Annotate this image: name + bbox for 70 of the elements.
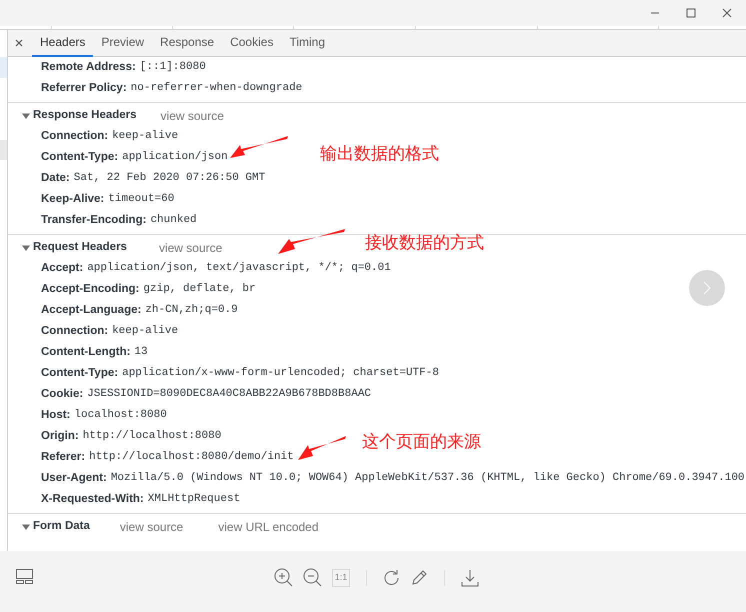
header-name: Content-Type: [41,366,118,381]
header-value: zh-CN,zh;q=0.9 [145,303,238,318]
disclosure-triangle-icon[interactable] [22,112,30,120]
header-value: no-referrer-when-downgrade [130,81,302,96]
disclosure-triangle-icon[interactable] [22,244,30,252]
rotate-icon[interactable] [383,568,401,586]
header-value: chunked [150,213,197,228]
header-value: application/json [122,150,228,166]
zoom-in-icon[interactable] [274,568,293,587]
annotation-text: 这个页面的来源 [362,431,481,453]
close-icon[interactable] [722,8,732,18]
header-name: Content-Length: [41,344,130,360]
header-value: Mozilla/5.0 (Windows NT 10.0; WOW64) AppleWebKit/537.36 (KHTML, like Gecko) Chrome/69.0.3947.100 [110,471,745,486]
header-name: Connection: [41,128,108,144]
header-name: Accept-Encoding: [41,282,140,297]
header-value: application/x-www-form-urlencoded; charset=UTF-8 [122,366,439,382]
header-value: JSESSIONID=8090DEC8A40C8ABB22A9B678BD8B8AAC [87,387,372,402]
view-source-link[interactable]: view source [120,518,184,536]
header-value: XMLHttpRequest [148,492,240,508]
section-title[interactable]: Request Headers [33,238,127,256]
layout-icon[interactable] [16,569,33,584]
section-title[interactable]: Response Headers [33,106,137,124]
header-name: Accept: [41,260,84,276]
header-value: gzip, deflate, br [143,282,256,298]
tab[interactable]: Headers [32,30,94,56]
header-name: Origin: [41,428,79,444]
pencil-icon[interactable] [411,569,428,586]
header-name: Accept-Language: [41,302,142,318]
tab[interactable]: Preview [93,30,152,56]
header-name: Remote Address: [41,60,136,75]
section-title[interactable]: Form Data [33,518,90,536]
header-name: Connection: [41,324,108,339]
annotation-text: 输出数据的格式 [320,143,439,165]
header-value: 13 [134,345,148,360]
header-value: [::1]:8080 [140,60,206,76]
header-value: Sat, 22 Feb 2020 07:26:50 GMT [74,171,266,186]
header-name: Host: [41,408,70,423]
actual-size-button[interactable]: 1:1 [332,568,350,586]
disclosure-triangle-icon[interactable] [22,522,30,530]
header-value: keep-alive [112,129,178,144]
view-source-link[interactable]: view URL encoded [218,518,319,536]
header-name: X-Requested-With: [41,492,144,507]
header-name: Date: [41,170,70,186]
header-name: Referrer Policy: [41,80,127,96]
header-name: Content-Type: [41,150,118,165]
download-icon[interactable] [461,568,479,586]
header-value: keep-alive [112,324,178,340]
tab[interactable]: Timing [281,30,334,56]
chevron-right-icon [703,281,711,295]
tab[interactable]: Cookies [222,30,282,56]
annotation-arrow [230,136,288,158]
close-icon[interactable] [15,39,23,47]
header-name: Referer: [41,450,86,465]
annotation-arrow [298,436,346,460]
header-value: localhost:8080 [74,408,167,424]
header-name: Keep-Alive: [41,192,104,207]
view-source-link[interactable]: view source [158,238,222,256]
annotation-arrow [278,229,345,254]
header-name: Cookie: [41,386,84,402]
header-name: User-Agent: [41,470,107,486]
maximize-icon[interactable] [686,8,696,18]
tab[interactable]: Response [152,30,222,56]
header-name: Transfer-Encoding: [41,212,146,228]
header-value: timeout=60 [108,192,174,208]
header-value: application/json, text/javascript, */*; q=0.01 [87,261,391,276]
annotation-text: 接收数据的方式 [365,232,484,254]
header-value: http://localhost:8080/demo/init [89,450,294,466]
view-source-link[interactable]: view source [160,106,224,124]
header-value: http://localhost:8080 [82,429,222,444]
zoom-out-icon[interactable] [303,568,322,587]
